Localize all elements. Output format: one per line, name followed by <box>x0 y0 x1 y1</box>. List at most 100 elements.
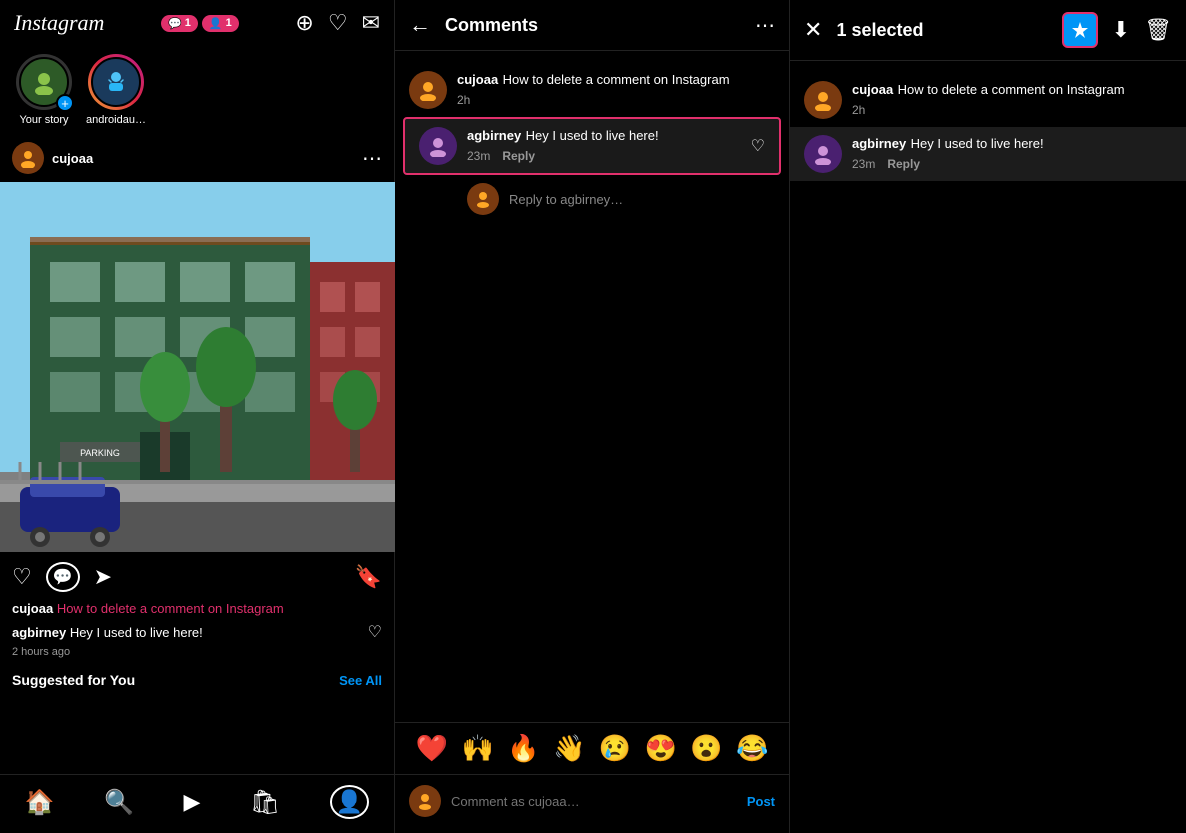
emoji-wow[interactable]: 😮 <box>690 733 722 764</box>
add-story-button[interactable]: + <box>56 94 74 112</box>
comments-more-icon[interactable]: ⋯ <box>755 13 775 38</box>
bottom-nav: 🏠 🔍 ▶ 🛍 👤 <box>0 774 394 833</box>
agbirney-comment-content: agbirney Hey I used to live here! 23m Re… <box>467 127 741 163</box>
selected-count: 1 selected <box>836 20 923 41</box>
comments-panel: ← Comments ⋯ cujoaa How to delete a comm… <box>395 0 790 833</box>
sel-agbirney-meta: 23m Reply <box>852 157 1172 171</box>
sel-cujoaa-avatar <box>804 81 842 119</box>
comment-input-field[interactable] <box>451 794 737 809</box>
follow-badge[interactable]: 👤 1 <box>202 15 239 32</box>
messenger-icon[interactable]: ✉ <box>362 10 380 36</box>
agbirney-avatar <box>419 127 457 165</box>
comments-badge[interactable]: 💬 1 <box>161 15 198 32</box>
post-username[interactable]: cujoaa <box>52 151 93 166</box>
comment-post-button[interactable]: Post <box>747 794 775 809</box>
instagram-logo: Instagram <box>14 10 104 36</box>
your-story-item[interactable]: + Your story <box>14 54 74 126</box>
comment-like-icon[interactable]: ♡ <box>368 622 382 642</box>
emoji-laugh[interactable]: 😂 <box>736 733 768 764</box>
emoji-cry[interactable]: 😢 <box>599 733 631 764</box>
selected-header-left: ✕ 1 selected <box>804 17 924 43</box>
home-nav-icon[interactable]: 🏠 <box>25 788 55 817</box>
comment-action-icon[interactable]: 💬 <box>46 562 80 592</box>
add-icon[interactable]: ⊕ <box>295 10 313 36</box>
agbirney-reply-btn[interactable]: Reply <box>502 149 535 163</box>
reply-to-text[interactable]: Reply to agbirney… <box>509 192 623 207</box>
reels-nav-icon[interactable]: ▶ <box>183 789 200 815</box>
notification-group: 💬 1 👤 1 <box>161 15 239 32</box>
share-action-icon[interactable]: ➤ <box>94 564 112 590</box>
sel-agbirney-username: agbirney <box>852 136 906 151</box>
stories-row: + Your story androidauth... <box>0 46 394 134</box>
reply-input-area: Reply to agbirney… <box>395 175 789 223</box>
back-icon[interactable]: ← <box>409 12 431 38</box>
emoji-bar: ❤️ 🙌 🔥 👋 😢 😍 😮 😂 <box>395 722 789 774</box>
sel-comment-agbirney: agbirney Hey I used to live here! 23m Re… <box>790 127 1186 181</box>
selected-panel: ✕ 1 selected ⬇ 🗑 cujoaa <box>790 0 1186 833</box>
sel-cujoaa-content: cujoaa How to delete a comment on Instag… <box>852 81 1172 117</box>
emoji-heart-eyes[interactable]: 😍 <box>644 733 676 764</box>
comments-header-left: ← Comments <box>409 12 538 38</box>
sel-agbirney-text2: Hey I used to live here! <box>911 136 1044 151</box>
cujoaa-comment-text2: How to delete a comment on Instagram <box>503 72 730 87</box>
selected-header-right: ⬇ 🗑 <box>1062 12 1172 48</box>
post-caption: cujoaa How to delete a comment on Instag… <box>0 596 394 620</box>
sel-agbirney-time: 23m <box>852 157 875 171</box>
emoji-wave[interactable]: 👋 <box>553 733 585 764</box>
androidauth-avatar <box>91 57 141 107</box>
cujoaa-comment-time: 2h <box>457 93 470 107</box>
profile-nav-icon[interactable]: 👤 <box>330 785 369 819</box>
download-icon[interactable]: ⬇ <box>1112 17 1130 43</box>
sel-agbirney-reply[interactable]: Reply <box>887 157 920 171</box>
sel-cujoaa-time: 2h <box>852 103 865 117</box>
like-action-icon[interactable]: ♡ <box>12 564 32 590</box>
sel-cujoaa-meta: 2h <box>852 103 1172 117</box>
suggested-title: Suggested for You <box>12 672 135 688</box>
cujoaa-comment-username: cujoaa <box>457 72 498 87</box>
shop-nav-icon[interactable]: 🛍 <box>250 788 280 817</box>
selected-header: ✕ 1 selected ⬇ 🗑 <box>790 0 1186 61</box>
suggested-header: Suggested for You See All <box>0 664 394 696</box>
caption-username: cujoaa <box>12 601 53 616</box>
heart-icon[interactable]: ♡ <box>328 10 348 36</box>
comments-title: Comments <box>445 15 538 36</box>
feed-panel: Instagram 💬 1 👤 1 ⊕ ♡ ✉ <box>0 0 395 833</box>
comment-preview-username: agbirney <box>12 625 66 640</box>
post-time: 2 hours ago <box>0 644 394 664</box>
feed-header: Instagram 💬 1 👤 1 ⊕ ♡ ✉ <box>0 0 394 46</box>
search-nav-icon[interactable]: 🔍 <box>104 788 134 817</box>
agbirney-comment-time: 23m <box>467 149 490 163</box>
sel-agbirney-content: agbirney Hey I used to live here! 23m Re… <box>852 135 1172 171</box>
post-actions-left: ♡ 💬 ➤ <box>12 562 112 592</box>
comment-like-icon[interactable]: ♡ <box>751 136 765 156</box>
svg-text:PARKING: PARKING <box>80 448 120 458</box>
sel-cujoaa-username: cujoaa <box>852 82 893 97</box>
emoji-heart[interactable]: ❤️ <box>416 733 448 764</box>
comment-input-avatar <box>409 785 441 817</box>
cujoaa-comment-meta: 2h <box>457 93 775 107</box>
agbirney-comment-meta: 23m Reply <box>467 149 741 163</box>
pin-icon-button[interactable] <box>1062 12 1098 48</box>
close-icon[interactable]: ✕ <box>804 17 822 43</box>
delete-icon[interactable]: 🗑 <box>1144 17 1172 43</box>
post-avatar[interactable] <box>12 142 44 174</box>
androidauth-story[interactable]: androidauth... <box>86 54 146 126</box>
post-more-icon[interactable]: ⋯ <box>362 146 382 171</box>
androidauth-label: androidauth... <box>86 114 146 126</box>
comment-preview-text: Hey I used to live here! <box>70 625 203 640</box>
selected-comments-list: cujoaa How to delete a comment on Instag… <box>790 61 1186 833</box>
emoji-fire[interactable]: 🔥 <box>507 733 539 764</box>
comment-agbirney[interactable]: agbirney Hey I used to live here! 23m Re… <box>403 117 781 175</box>
see-all-button[interactable]: See All <box>339 673 382 688</box>
post-actions: ♡ 💬 ➤ 🔖 <box>0 552 394 596</box>
cujoaa-comment-content: cujoaa How to delete a comment on Instag… <box>457 71 775 107</box>
caption-link: How to delete a comment on Instagram <box>57 601 284 616</box>
comments-list: cujoaa How to delete a comment on Instag… <box>395 51 789 722</box>
sel-comment-cujoaa: cujoaa How to delete a comment on Instag… <box>790 73 1186 127</box>
comments-header: ← Comments ⋯ <box>395 0 789 51</box>
sel-agbirney-avatar <box>804 135 842 173</box>
androidauth-avatar-wrap <box>88 54 144 110</box>
emoji-clap[interactable]: 🙌 <box>461 733 493 764</box>
save-action-icon[interactable]: 🔖 <box>355 564 382 590</box>
comment-input-row: Post <box>395 774 789 833</box>
